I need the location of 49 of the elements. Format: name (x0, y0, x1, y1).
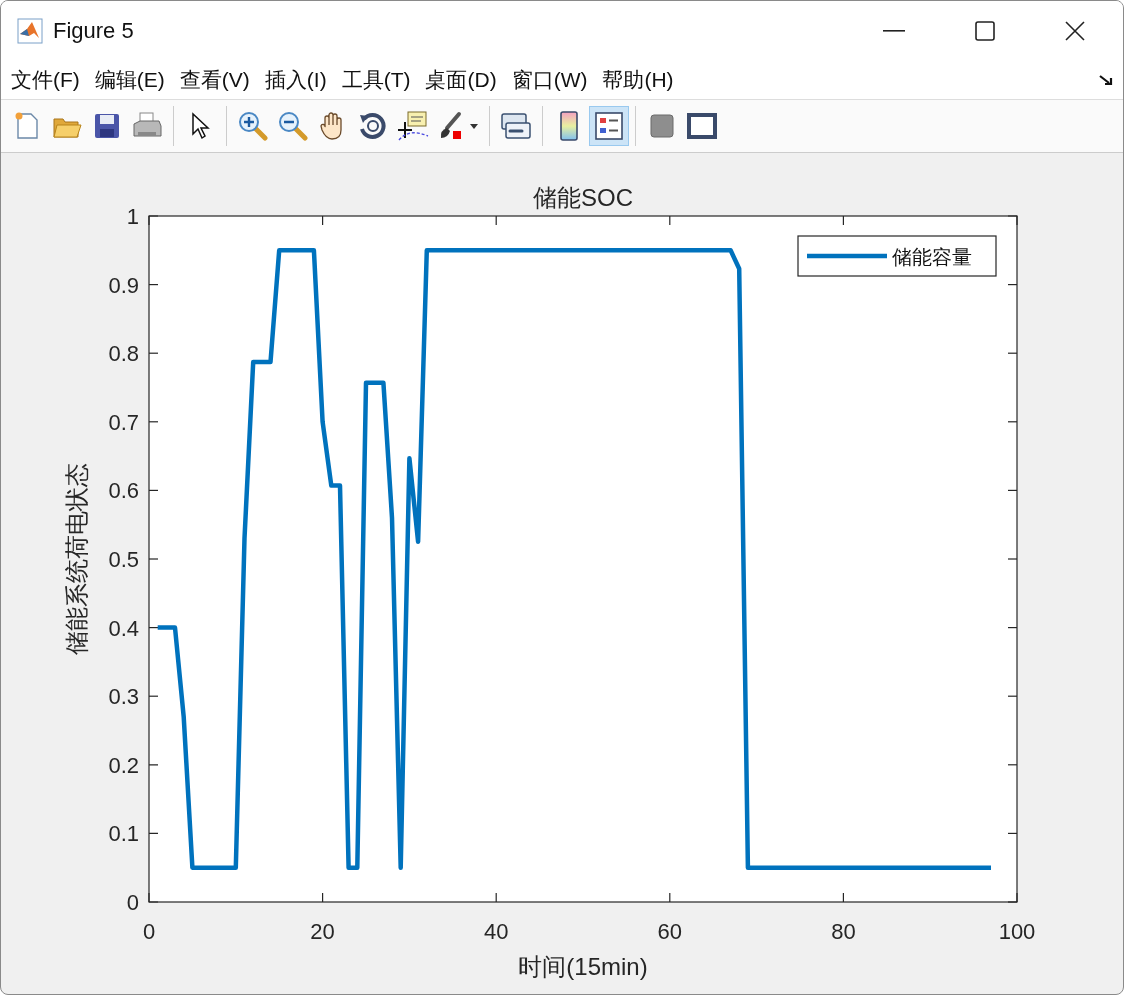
y-tick-label: 0 (126, 890, 139, 915)
legend-button[interactable] (589, 106, 629, 146)
dock-arrow-icon[interactable] (1099, 74, 1113, 86)
zoom-in-icon (238, 111, 268, 141)
y-tick-label: 0.4 (108, 615, 139, 641)
square-icon (650, 114, 674, 138)
colorbar-icon (559, 111, 579, 141)
y-axis-label: 储能系统荷电状态 (63, 463, 90, 655)
x-tick-label: 100 (998, 919, 1036, 944)
save-icon (94, 113, 120, 139)
y-tick-label: 0.2 (108, 752, 139, 778)
x-tick-label: 20 (310, 919, 335, 944)
window-title: Figure 5 (53, 18, 134, 44)
y-tick-label: 0.3 (108, 684, 139, 710)
menu-item[interactable]: 工具(T) (341, 66, 411, 94)
new-file-icon (14, 112, 40, 140)
menu-item[interactable]: 桌面(D) (425, 66, 497, 94)
close-icon[interactable] (1065, 21, 1085, 41)
y-tick-label: 0.9 (108, 272, 139, 298)
x-tick-label: 80 (831, 919, 856, 944)
x-tick-label: 60 (657, 919, 683, 944)
y-tick-label: 0.5 (108, 547, 139, 572)
y-tick-label: 0.1 (108, 821, 139, 847)
pointer-icon (190, 112, 210, 140)
legend-label: 储能容量 (892, 246, 972, 268)
menu-item[interactable]: 文件(F) (11, 66, 80, 94)
x-tick-label: 0 (142, 919, 156, 944)
x-axis-label: 时间(15min) (518, 953, 648, 980)
x-tick-label: 40 (483, 919, 509, 944)
menu-item[interactable]: 查看(V) (179, 66, 250, 94)
zoom-out-icon (278, 111, 308, 141)
print-icon (132, 112, 162, 140)
matlab-logo-icon (17, 18, 43, 44)
chart-title: 储能SOC (533, 184, 633, 211)
y-tick-label: 0.6 (108, 478, 139, 504)
minimize-icon[interactable] (883, 30, 905, 32)
menu-item[interactable]: 插入(I) (264, 66, 327, 94)
frame-icon (686, 112, 718, 140)
y-tick-label: 0.7 (108, 409, 139, 435)
menu-item[interactable]: 编辑(E) (94, 66, 165, 94)
legend-icon (595, 112, 623, 140)
rotate-icon (358, 111, 388, 141)
y-tick-label: 0.8 (108, 341, 139, 367)
menu-item[interactable]: 窗口(W) (511, 66, 588, 94)
y-tick-label: 1 (126, 204, 139, 229)
menu-item[interactable]: 帮助(H) (602, 66, 674, 94)
data-cursor-icon (397, 110, 429, 142)
maximize-icon[interactable] (975, 21, 995, 41)
link-icon (500, 111, 532, 141)
